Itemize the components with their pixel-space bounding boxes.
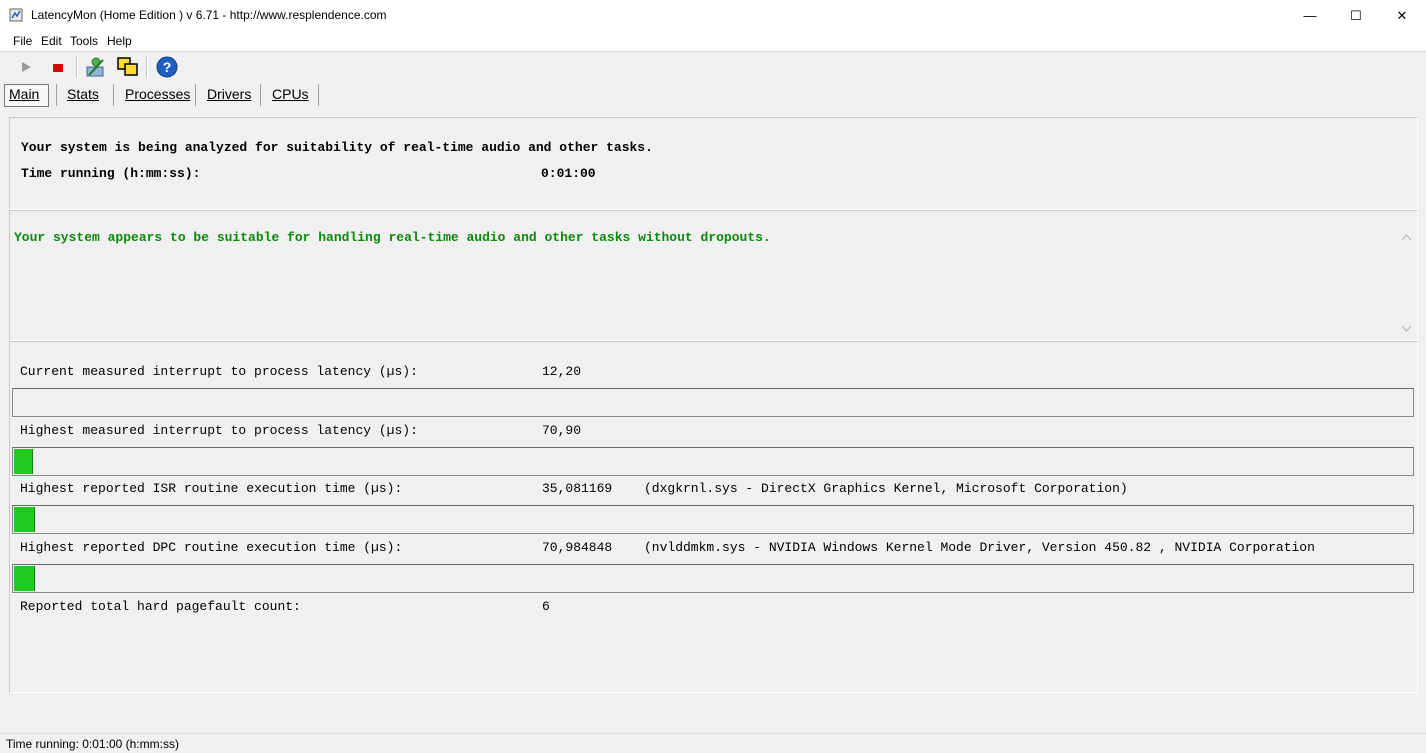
status-text: Time running: 0:01:00 (h:mm:ss) — [6, 737, 179, 751]
menu-file[interactable]: File — [13, 34, 32, 48]
summary-headline: Your system is being analyzed for suitab… — [21, 140, 653, 155]
time-running-label: Time running (h:mm:ss): — [21, 166, 201, 181]
verdict-text: Your system appears to be suitable for h… — [14, 230, 771, 245]
pagefault-value: 6 — [542, 599, 550, 614]
metric-value: 70,984848 — [542, 540, 613, 555]
metric-value: 12,20 — [542, 364, 582, 379]
tab-cpus[interactable]: CPUs — [272, 86, 309, 102]
tab-processes[interactable]: Processes — [125, 86, 190, 102]
toolbar-separator — [76, 56, 78, 78]
metric-label: Highest reported ISR routine execution t… — [20, 481, 403, 496]
maximize-button[interactable]: ☐ — [1333, 0, 1379, 31]
minimize-button[interactable]: — — [1287, 0, 1333, 31]
toolbar: ? — [0, 52, 1426, 81]
metric-label: Highest measured interrupt to process la… — [20, 423, 418, 438]
help-icon[interactable]: ? — [155, 55, 179, 79]
pagefault-label: Reported total hard pagefault count: — [20, 599, 301, 614]
time-running-value: 0:01:00 — [541, 166, 596, 181]
metric-value: 35,081169 — [542, 481, 613, 496]
metric-value: 70,90 — [542, 423, 582, 438]
bar-fill — [14, 507, 35, 532]
app-icon — [9, 8, 23, 22]
tab-bar: Main Stats Processes Drivers CPUs — [0, 82, 1426, 107]
tab-separator — [260, 84, 261, 106]
stop-icon[interactable] — [46, 55, 70, 79]
tab-separator — [195, 84, 196, 106]
latency-bar-current — [12, 388, 1414, 417]
dpc-bar — [12, 564, 1414, 593]
toolbar-separator — [146, 56, 148, 78]
tab-stats[interactable]: Stats — [67, 86, 99, 102]
close-button[interactable]: ✕ — [1379, 0, 1425, 31]
user-icon[interactable] — [84, 55, 108, 79]
tab-separator — [56, 84, 57, 106]
isr-bar — [12, 505, 1414, 534]
tab-drivers[interactable]: Drivers — [207, 86, 251, 102]
title-bar: LatencyMon (Home Edition ) v 6.71 - http… — [0, 0, 1426, 31]
metric-label: Highest reported DPC routine execution t… — [20, 540, 403, 555]
menu-help[interactable]: Help — [107, 34, 132, 48]
play-icon[interactable] — [14, 55, 38, 79]
window-title: LatencyMon (Home Edition ) v 6.71 - http… — [31, 8, 387, 22]
metric-label: Current measured interrupt to process la… — [20, 364, 418, 379]
metric-detail: (dxgkrnl.sys - DirectX Graphics Kernel, … — [644, 481, 1128, 496]
windows-icon[interactable] — [116, 55, 140, 79]
latency-bar-highest — [12, 447, 1414, 476]
svg-text:?: ? — [163, 59, 172, 75]
metric-detail: (nvlddmkm.sys - NVIDIA Windows Kernel Mo… — [644, 540, 1315, 555]
summary-panel — [9, 117, 1418, 210]
menu-tools[interactable]: Tools — [70, 34, 98, 48]
menu-bar: File Edit Tools Help — [0, 31, 1426, 52]
bar-fill — [14, 566, 35, 591]
tab-separator — [113, 84, 114, 106]
menu-edit[interactable]: Edit — [41, 34, 62, 48]
tab-main[interactable]: Main — [9, 86, 39, 102]
tab-separator — [318, 84, 319, 106]
verdict-scrollbar[interactable] — [1398, 228, 1415, 338]
status-bar: Time running: 0:01:00 (h:mm:ss) — [0, 733, 1426, 753]
bar-fill — [14, 449, 33, 474]
